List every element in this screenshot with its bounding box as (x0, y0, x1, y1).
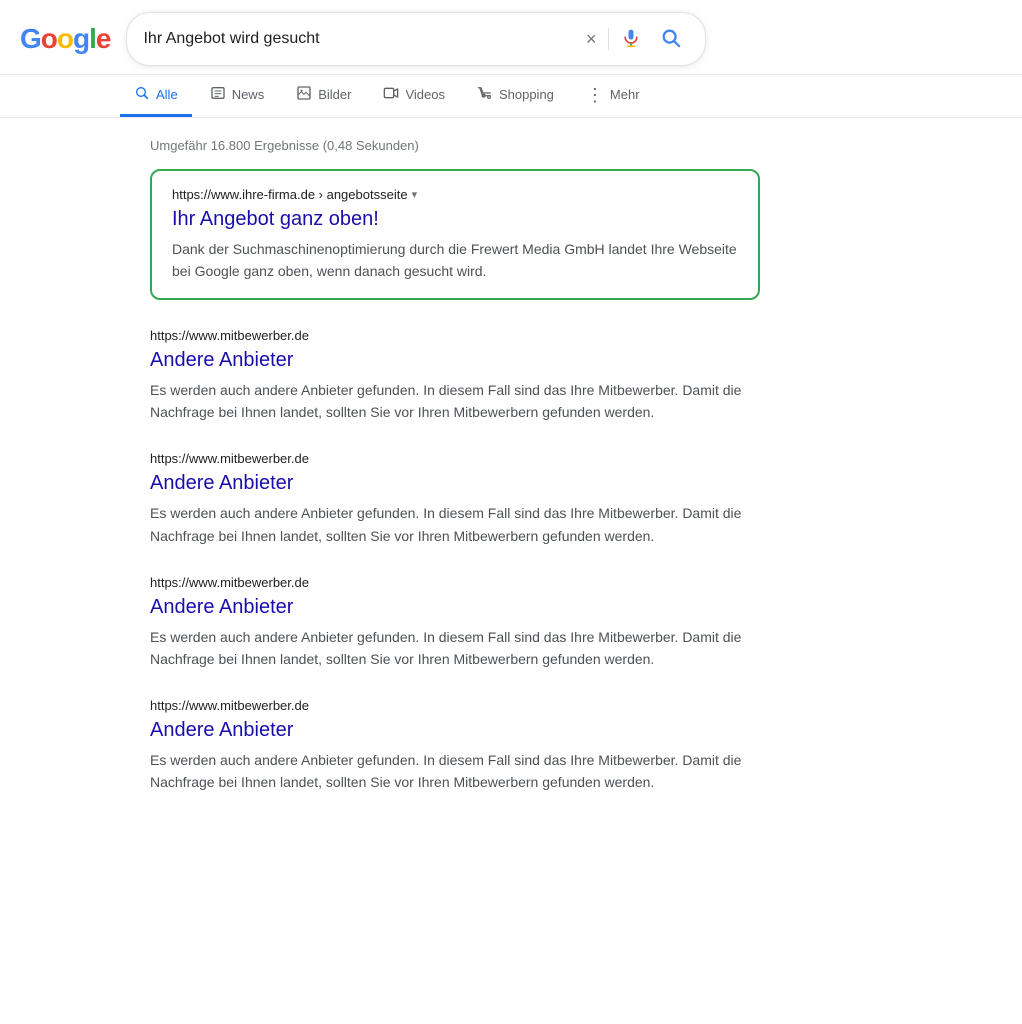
featured-result-url: https://www.ihre-firma.de › angebotsseit… (172, 187, 738, 202)
result-item-2: https://www.mitbewerber.de Andere Anbiet… (150, 575, 760, 670)
result-title-2[interactable]: Andere Anbieter (150, 594, 760, 620)
search-submit-button[interactable] (653, 21, 689, 57)
tab-mehr-label: Mehr (610, 87, 640, 102)
result-url-text-1: https://www.mitbewerber.de (150, 451, 309, 466)
result-title-1[interactable]: Andere Anbieter (150, 470, 760, 496)
result-url-text-2: https://www.mitbewerber.de (150, 575, 309, 590)
tab-shopping-icon (477, 85, 493, 104)
mic-icon (621, 28, 641, 51)
featured-url-arrow: ▾ (412, 188, 418, 201)
search-input[interactable]: Ihr Angebot wird gesucht (143, 30, 575, 48)
tab-mehr-icon: ⋮ (586, 86, 604, 104)
result-title-0[interactable]: Andere Anbieter (150, 347, 760, 373)
tab-news-label: News (232, 87, 265, 102)
result-url-2: https://www.mitbewerber.de (150, 575, 760, 590)
result-item-0: https://www.mitbewerber.de Andere Anbiet… (150, 328, 760, 423)
search-bar-icons: × (584, 21, 690, 57)
tab-news-icon (210, 85, 226, 104)
result-desc-2: Es werden auch andere Anbieter gefunden.… (150, 626, 760, 670)
tab-bilder[interactable]: Bilder (282, 75, 365, 117)
result-url-text-3: https://www.mitbewerber.de (150, 698, 309, 713)
result-desc-3: Es werden auch andere Anbieter gefunden.… (150, 749, 760, 793)
tab-videos[interactable]: Videos (369, 75, 459, 117)
result-url-3: https://www.mitbewerber.de (150, 698, 760, 713)
tab-alle[interactable]: Alle (120, 75, 192, 117)
tab-alle-icon (134, 85, 150, 104)
mic-button[interactable] (619, 26, 643, 53)
featured-result-title[interactable]: Ihr Angebot ganz oben! (172, 206, 738, 232)
result-desc-1: Es werden auch andere Anbieter gefunden.… (150, 502, 760, 546)
tab-shopping[interactable]: Shopping (463, 75, 568, 117)
tab-news[interactable]: News (196, 75, 279, 117)
header: Google Ihr Angebot wird gesucht × (0, 0, 1022, 75)
google-logo: Google (20, 23, 110, 55)
nav-tabs: Alle News Bilder (0, 75, 1022, 118)
result-url-text-0: https://www.mitbewerber.de (150, 328, 309, 343)
tab-videos-icon (383, 85, 399, 104)
result-title-3[interactable]: Andere Anbieter (150, 717, 760, 743)
clear-button[interactable]: × (584, 27, 599, 52)
result-url-0: https://www.mitbewerber.de (150, 328, 760, 343)
tab-shopping-label: Shopping (499, 87, 554, 102)
tab-alle-label: Alle (156, 87, 178, 102)
divider (608, 28, 609, 50)
tab-bilder-label: Bilder (318, 87, 351, 102)
tab-mehr[interactable]: ⋮ Mehr (572, 76, 654, 117)
search-submit-icon (660, 27, 682, 52)
results-area: Umgefähr 16.800 Ergebnisse (0,48 Sekunde… (0, 118, 780, 841)
tab-videos-label: Videos (405, 87, 445, 102)
result-desc-0: Es werden auch andere Anbieter gefunden.… (150, 379, 760, 423)
featured-url-text: https://www.ihre-firma.de › angebotsseit… (172, 187, 408, 202)
featured-result-desc: Dank der Suchmaschinenoptimierung durch … (172, 238, 738, 282)
clear-icon: × (586, 29, 597, 50)
search-bar: Ihr Angebot wird gesucht × (126, 12, 706, 66)
results-stats: Umgefähr 16.800 Ergebnisse (0,48 Sekunde… (150, 128, 760, 169)
result-item-3: https://www.mitbewerber.de Andere Anbiet… (150, 698, 760, 793)
result-item-1: https://www.mitbewerber.de Andere Anbiet… (150, 451, 760, 546)
result-url-1: https://www.mitbewerber.de (150, 451, 760, 466)
featured-result: https://www.ihre-firma.de › angebotsseit… (150, 169, 760, 300)
tab-bilder-icon (296, 85, 312, 104)
